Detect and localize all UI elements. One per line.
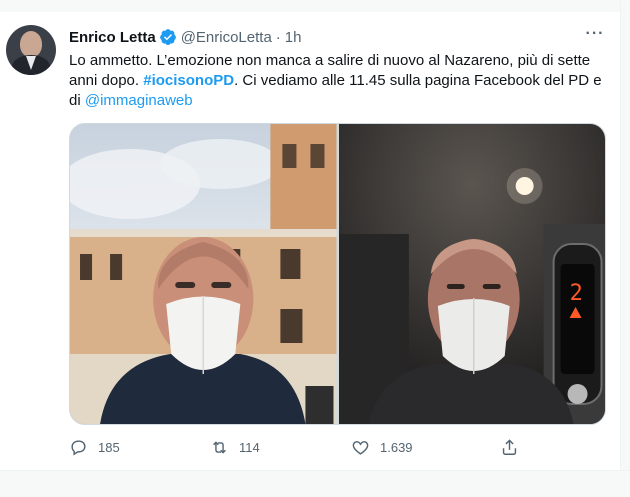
verified-badge-icon	[159, 29, 176, 46]
like-count: 1.639	[380, 439, 413, 455]
svg-text:2: 2	[569, 281, 582, 306]
tweet-header: Enrico Letta @EnricoLetta · 1h	[69, 26, 301, 48]
page-background-bottom	[0, 470, 630, 497]
page-background-right	[620, 0, 630, 496]
tweet-actions: 185 114 1.639	[69, 434, 529, 460]
hashtag-link[interactable]: #iocisonoPD	[143, 72, 234, 89]
photo-selfie-outdoor[interactable]	[70, 124, 337, 424]
more-options-icon[interactable]: ···	[583, 24, 607, 46]
tweet-card[interactable]: Enrico Letta @EnricoLetta · 1h ··· Lo am…	[0, 12, 620, 470]
header-separator: ·	[275, 28, 281, 46]
like-icon	[352, 440, 369, 455]
retweet-count: 114	[239, 439, 260, 455]
reply-icon	[71, 439, 86, 456]
mention-link[interactable]: @immaginaweb	[85, 92, 193, 109]
reply-button[interactable]: 185	[69, 434, 120, 460]
share-icon	[502, 438, 517, 455]
author-handle[interactable]: @EnricoLetta	[181, 29, 272, 46]
retweet-button[interactable]: 114	[210, 434, 260, 460]
page-background-top	[0, 0, 630, 12]
like-button[interactable]: 1.639	[351, 434, 413, 460]
reply-count: 185	[98, 439, 120, 455]
author-avatar[interactable]	[6, 25, 56, 75]
tweet-timestamp[interactable]: 1h	[285, 29, 302, 46]
author-name[interactable]: Enrico Letta	[69, 29, 156, 46]
tweet-media-grid: 2	[69, 123, 606, 425]
photo-selfie-elevator[interactable]: 2	[338, 124, 605, 424]
tweet-text: Lo ammetto. L’emozione non manca a salir…	[69, 51, 609, 111]
share-button[interactable]	[500, 434, 529, 460]
retweet-icon	[213, 440, 226, 454]
avatar-face	[20, 31, 42, 57]
